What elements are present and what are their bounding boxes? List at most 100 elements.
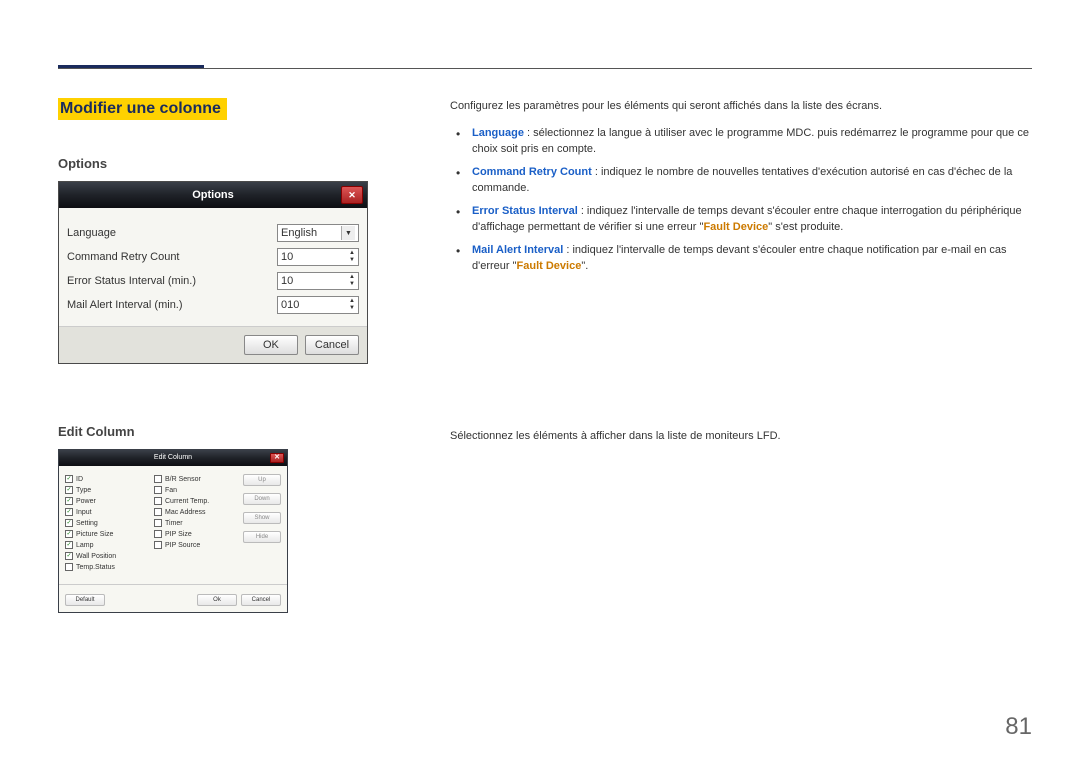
- checkbox-icon: [154, 541, 162, 549]
- checkbox-label: Temp.Status: [76, 564, 115, 571]
- checkbox-label: Wall Position: [76, 553, 116, 560]
- section-title: Modifier une colonne: [58, 98, 227, 120]
- checkbox-label: Type: [76, 487, 91, 494]
- down-button[interactable]: Down: [243, 493, 281, 505]
- close-icon[interactable]: ✕: [341, 186, 363, 204]
- checkbox-row[interactable]: Temp.Status: [65, 563, 148, 571]
- checkbox-label: Lamp: [76, 542, 94, 549]
- checkbox-row[interactable]: Setting: [65, 519, 148, 527]
- checkbox-row[interactable]: Fan: [154, 486, 237, 494]
- checkbox-label: PIP Source: [165, 542, 200, 549]
- checkbox-row[interactable]: Picture Size: [65, 530, 148, 538]
- checkbox-row[interactable]: PIP Source: [154, 541, 237, 549]
- checkbox-label: Setting: [76, 520, 98, 527]
- keyword-mail: Mail Alert Interval: [472, 244, 563, 256]
- intro-text: Configurez les paramètres pour les éléme…: [450, 98, 1030, 115]
- cancel-button[interactable]: Cancel: [241, 594, 281, 606]
- checkbox-row[interactable]: Timer: [154, 519, 237, 527]
- error-interval-spinner[interactable]: 10 ▲▼: [277, 272, 359, 290]
- close-icon[interactable]: ✕: [270, 453, 284, 463]
- dialog-title: Options: [192, 189, 234, 201]
- mail-interval-value: 010: [281, 299, 299, 311]
- language-value: English: [281, 227, 317, 239]
- chevron-down-icon: ▼: [341, 226, 355, 240]
- checkbox-label: Mac Address: [165, 509, 205, 516]
- checkbox-icon: [65, 541, 73, 549]
- checkbox-icon: [65, 486, 73, 494]
- checkbox-icon: [154, 530, 162, 538]
- checkbox-label: Current Temp.: [165, 498, 209, 505]
- error-interval-label: Error Status Interval (min.): [67, 275, 196, 287]
- checkbox-label: ID: [76, 476, 83, 483]
- checkbox-label: Fan: [165, 487, 177, 494]
- checkbox-row[interactable]: Type: [65, 486, 148, 494]
- checkbox-icon: [154, 497, 162, 505]
- retry-value: 10: [281, 251, 293, 263]
- checkbox-icon: [154, 486, 162, 494]
- bullet-mail: Mail Alert Interval : indiquez l'interva…: [456, 242, 1030, 275]
- checkbox-icon: [65, 508, 73, 516]
- checkbox-label: PIP Size: [165, 531, 192, 538]
- page-number: 81: [1005, 713, 1032, 741]
- options-dialog: Options ✕ Language English ▼ Command Ret…: [58, 181, 368, 364]
- checkbox-label: Timer: [165, 520, 183, 527]
- checkbox-row[interactable]: B/R Sensor: [154, 475, 237, 483]
- bullet-error: Error Status Interval : indiquez l'inter…: [456, 203, 1030, 236]
- cancel-button[interactable]: Cancel: [305, 335, 359, 355]
- keyword-fault-device: Fault Device: [703, 221, 768, 233]
- language-label: Language: [67, 227, 116, 239]
- ok-button[interactable]: OK: [244, 335, 298, 355]
- options-heading: Options: [58, 156, 388, 171]
- checkbox-label: Input: [76, 509, 92, 516]
- top-rule: [58, 68, 1032, 69]
- checkbox-label: Picture Size: [76, 531, 113, 538]
- checkbox-icon: [154, 508, 162, 516]
- checkbox-row[interactable]: Wall Position: [65, 552, 148, 560]
- show-button[interactable]: Show: [243, 512, 281, 524]
- edit-column-description: Sélectionnez les éléments à afficher dan…: [450, 428, 1030, 445]
- checkbox-icon: [65, 530, 73, 538]
- keyword-fault-device: Fault Device: [517, 260, 582, 272]
- text: ".: [581, 260, 588, 272]
- checkbox-label: B/R Sensor: [165, 476, 201, 483]
- checkbox-row[interactable]: Power: [65, 497, 148, 505]
- checkbox-row[interactable]: Input: [65, 508, 148, 516]
- checkbox-icon: [154, 519, 162, 527]
- hide-button[interactable]: Hide: [243, 531, 281, 543]
- edit-column-heading: Edit Column: [58, 424, 388, 439]
- checkbox-icon: [65, 475, 73, 483]
- retry-spinner[interactable]: 10 ▲▼: [277, 248, 359, 266]
- checkbox-row[interactable]: Current Temp.: [154, 497, 237, 505]
- checkbox-icon: [154, 475, 162, 483]
- dialog-title: Edit Column: [154, 454, 192, 461]
- checkbox-column-2: B/R Sensor Fan Current Temp. Mac Address Tim…: [154, 472, 237, 574]
- default-button[interactable]: Default: [65, 594, 105, 606]
- language-select[interactable]: English ▼: [277, 224, 359, 242]
- bullet-language: Language : sélectionnez la langue à util…: [456, 125, 1030, 158]
- edit-column-dialog: Edit Column ✕ ID Type Power Input Setting Pic…: [58, 449, 288, 613]
- checkbox-icon: [65, 519, 73, 527]
- spinner-icon: ▲▼: [349, 274, 355, 288]
- checkbox-row[interactable]: Lamp: [65, 541, 148, 549]
- checkbox-icon: [65, 497, 73, 505]
- ok-button[interactable]: Ok: [197, 594, 237, 606]
- keyword-error: Error Status Interval: [472, 205, 578, 217]
- spinner-icon: ▲▼: [349, 298, 355, 312]
- keyword-language: Language: [472, 127, 524, 139]
- text: : sélectionnez la langue à utiliser avec…: [472, 127, 1029, 156]
- error-interval-value: 10: [281, 275, 293, 287]
- checkbox-icon: [65, 563, 73, 571]
- checkbox-column-1: ID Type Power Input Setting Picture Size Lamp W…: [65, 472, 148, 574]
- text: " s'est produite.: [768, 221, 843, 233]
- checkbox-label: Power: [76, 498, 96, 505]
- dialog-titlebar: Options ✕: [59, 182, 367, 208]
- checkbox-row[interactable]: PIP Size: [154, 530, 237, 538]
- divider: [59, 584, 287, 585]
- checkbox-icon: [65, 552, 73, 560]
- up-button[interactable]: Up: [243, 474, 281, 486]
- checkbox-row[interactable]: ID: [65, 475, 148, 483]
- checkbox-row[interactable]: Mac Address: [154, 508, 237, 516]
- spinner-icon: ▲▼: [349, 250, 355, 264]
- dialog-titlebar: Edit Column ✕: [59, 450, 287, 466]
- mail-interval-spinner[interactable]: 010 ▲▼: [277, 296, 359, 314]
